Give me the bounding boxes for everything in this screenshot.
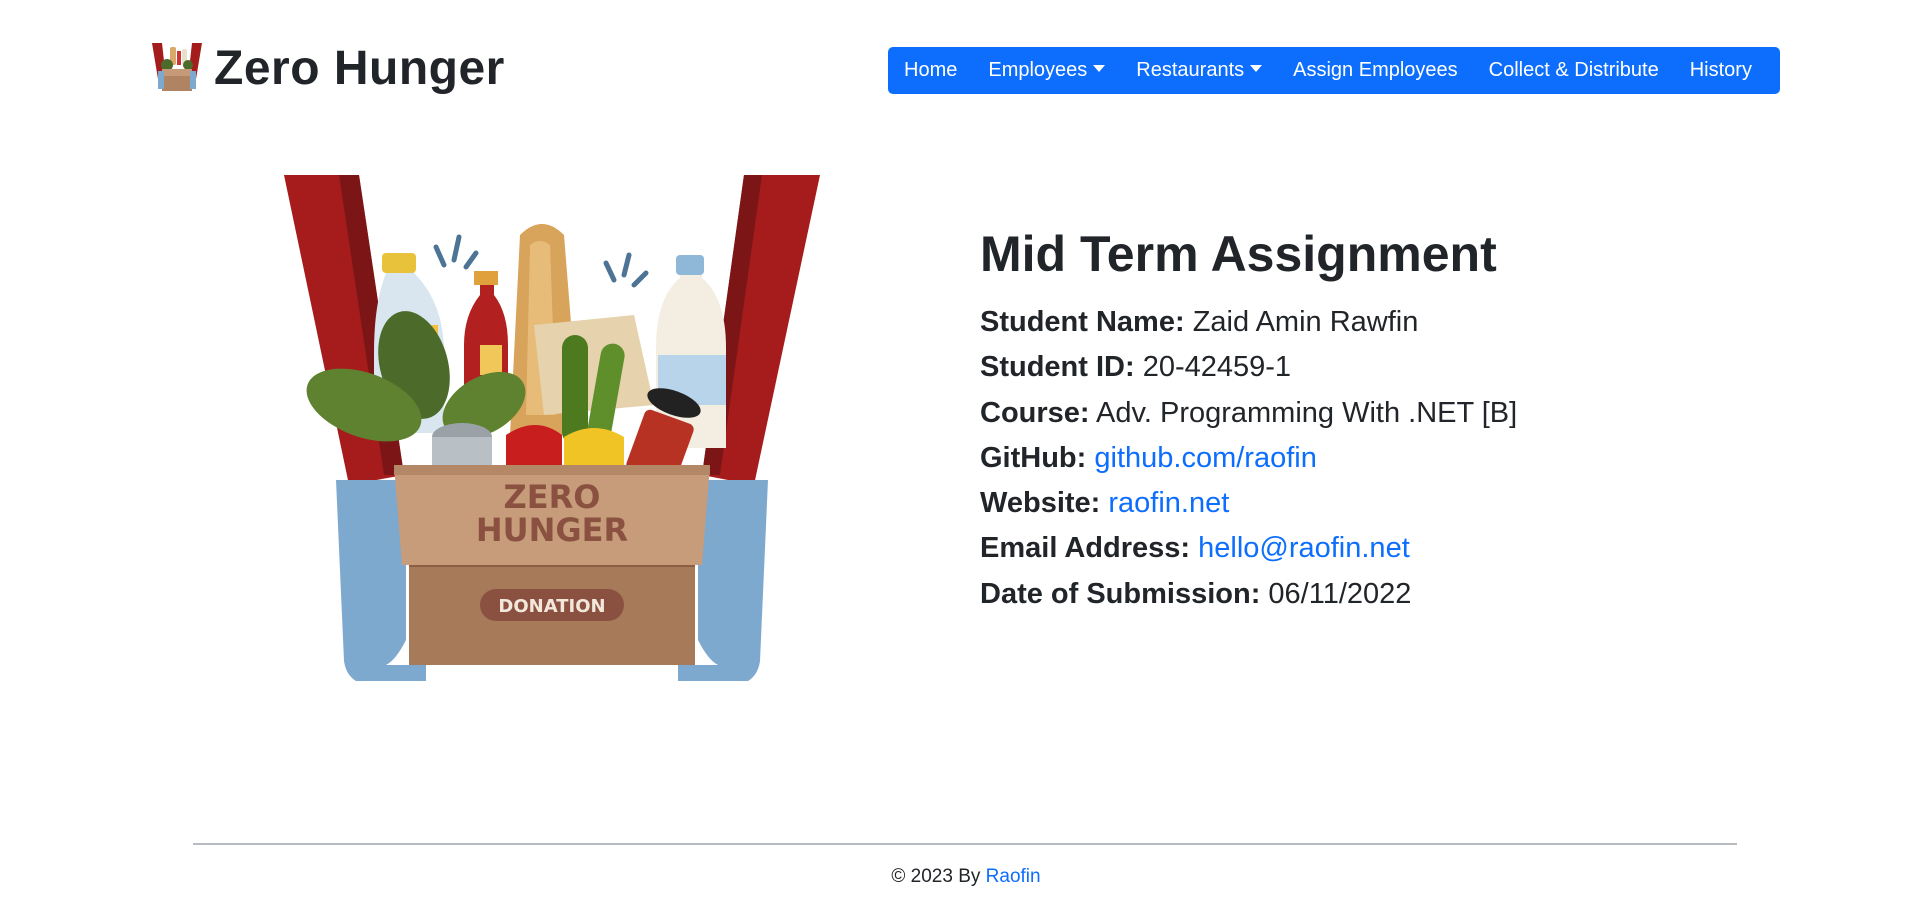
- student-id-value: 20-42459-1: [1142, 351, 1292, 384]
- website-label: Website:: [980, 487, 1101, 520]
- course-label: Course:: [980, 396, 1090, 429]
- brand-link[interactable]: Zero Hunger: [150, 38, 505, 98]
- submission-date-label: Date of Submission:: [980, 577, 1261, 610]
- box-title-line2: HUNGER: [476, 511, 628, 549]
- assignment-info: Mid Term Assignment Student Name: Zaid A…: [980, 222, 1800, 617]
- nav-home[interactable]: Home: [888, 59, 973, 82]
- caret-down-icon: [1093, 65, 1106, 72]
- nav-history[interactable]: History: [1674, 59, 1767, 82]
- caret-down-icon: [1250, 65, 1263, 72]
- website-link[interactable]: raofin.net: [1108, 487, 1229, 519]
- nav-home-label: Home: [904, 59, 958, 81]
- submission-date-value: 06/11/2022: [1268, 577, 1412, 610]
- footer-divider: [193, 843, 1737, 845]
- student-name-value: Zaid Amin Rawfin: [1192, 306, 1419, 338]
- page-title: Mid Term Assignment: [980, 226, 1497, 282]
- student-id-label: Student ID:: [980, 351, 1135, 384]
- nav-collect-distribute[interactable]: Collect & Distribute: [1473, 59, 1674, 82]
- github-link[interactable]: github.com/raofin: [1094, 442, 1316, 474]
- github-label: GitHub:: [980, 441, 1087, 474]
- student-id-row: Student ID: 20-42459-1: [980, 345, 1800, 390]
- course-row: Course: Adv. Programming With .NET [B]: [980, 391, 1800, 436]
- zero-hunger-donation-box-illustration: ZERO HUNGER DONATION: [284, 175, 820, 681]
- nav-employees-label: Employees: [988, 59, 1088, 81]
- student-name-row: Student Name: Zaid Amin Rawfin: [980, 300, 1800, 345]
- footer-author-link[interactable]: Raofin: [986, 866, 1041, 887]
- main-navbar: Home Employees Restaurants Assign Employ…: [888, 47, 1780, 94]
- nav-collect-distribute-label: Collect & Distribute: [1488, 59, 1659, 81]
- email-row: Email Address: hello@raofin.net: [980, 526, 1800, 571]
- nav-assign-employees[interactable]: Assign Employees: [1278, 59, 1474, 82]
- nav-restaurants-dropdown[interactable]: Restaurants: [1121, 59, 1278, 82]
- email-link[interactable]: hello@raofin.net: [1198, 532, 1410, 564]
- student-name-label: Student Name:: [980, 306, 1185, 338]
- box-badge: DONATION: [498, 596, 605, 617]
- github-row: GitHub: github.com/raofin: [980, 436, 1800, 481]
- submission-date-row: Date of Submission: 06/11/2022: [980, 572, 1800, 617]
- footer: © 2023 By Raofin: [0, 866, 1920, 888]
- website-row: Website: raofin.net: [980, 481, 1800, 526]
- nav-assign-employees-label: Assign Employees: [1293, 59, 1458, 81]
- nav-employees-dropdown[interactable]: Employees: [973, 59, 1121, 82]
- nav-restaurants-label: Restaurants: [1136, 59, 1245, 81]
- email-label: Email Address:: [980, 532, 1191, 565]
- nav-history-label: History: [1689, 59, 1752, 81]
- footer-copyright: © 2023 By: [891, 866, 981, 887]
- food-donation-box-icon: [152, 43, 202, 91]
- brand-name: Zero Hunger: [214, 41, 505, 95]
- course-value: Adv. Programming With .NET [B]: [1096, 396, 1518, 429]
